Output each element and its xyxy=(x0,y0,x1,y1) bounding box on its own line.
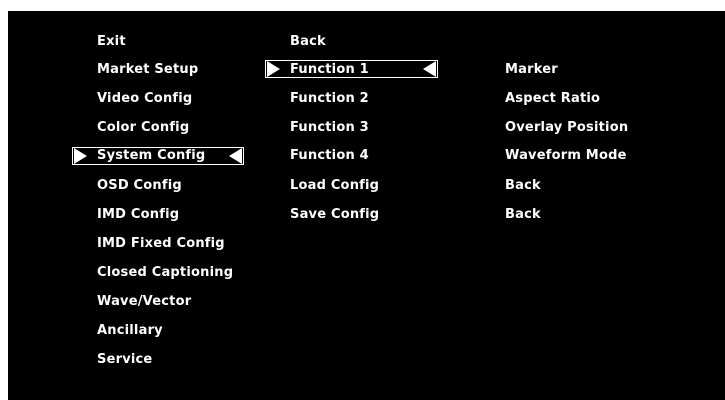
menu-item-osd-config[interactable]: OSD Config xyxy=(97,177,182,195)
menu-item-load-config[interactable]: Load Config xyxy=(290,177,379,195)
menu-item-ancillary[interactable]: Ancillary xyxy=(97,322,163,340)
menu-item-closed-captioning[interactable]: Closed Captioning xyxy=(97,264,233,282)
menu-item-market-setup[interactable]: Market Setup xyxy=(97,61,198,79)
menu-item-back[interactable]: Back xyxy=(290,33,326,51)
menu-item-color-config[interactable]: Color Config xyxy=(97,119,189,137)
selection-arrow-right-icon xyxy=(267,61,280,77)
menu-item-imd-fixed-config[interactable]: IMD Fixed Config xyxy=(97,235,225,253)
menu-item-save-config[interactable]: Save Config xyxy=(290,206,379,224)
menu-item-aspect-ratio[interactable]: Aspect Ratio xyxy=(505,90,600,108)
menu-item-overlay-position[interactable]: Overlay Position xyxy=(505,119,628,137)
menu-item-exit[interactable]: Exit xyxy=(97,33,126,51)
menu-item-marker[interactable]: Marker xyxy=(505,61,558,79)
menu-item-video-config[interactable]: Video Config xyxy=(97,90,192,108)
menu-item-system-config[interactable]: System Config xyxy=(97,147,205,165)
menu-item-back[interactable]: Back xyxy=(505,206,541,224)
selection-arrow-left-icon xyxy=(423,61,436,77)
osd-screen: Exit Market Setup Video Config Color Con… xyxy=(8,11,725,400)
menu-item-function-4[interactable]: Function 4 xyxy=(290,147,369,165)
selection-arrow-right-icon xyxy=(74,148,87,164)
selection-arrow-left-icon xyxy=(229,148,242,164)
menu-item-function-3[interactable]: Function 3 xyxy=(290,119,369,137)
menu-item-function-2[interactable]: Function 2 xyxy=(290,90,369,108)
menu-item-wave-vector[interactable]: Wave/Vector xyxy=(97,293,191,311)
menu-item-imd-config[interactable]: IMD Config xyxy=(97,206,179,224)
menu-item-service[interactable]: Service xyxy=(97,351,152,369)
menu-item-back[interactable]: Back xyxy=(505,177,541,195)
menu-item-waveform-mode[interactable]: Waveform Mode xyxy=(505,147,627,165)
menu-item-function-1[interactable]: Function 1 xyxy=(290,61,369,79)
